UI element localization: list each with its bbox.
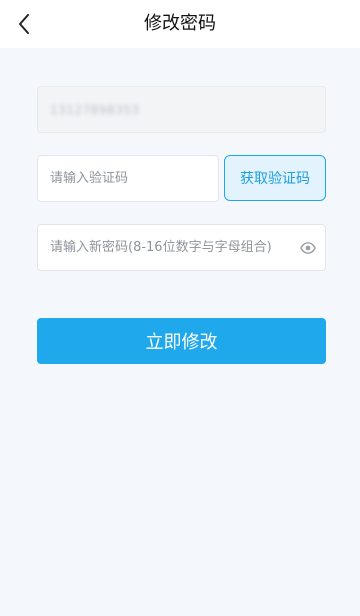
phone-value: 13127898353 <box>50 103 140 117</box>
submit-button[interactable]: 立即修改 <box>37 318 326 364</box>
new-password-input[interactable] <box>38 225 325 270</box>
page-title: 修改密码 <box>144 13 216 34</box>
verification-code-input[interactable] <box>38 156 218 201</box>
phone-field: 13127898353 <box>37 86 326 133</box>
eye-icon[interactable] <box>297 238 319 258</box>
get-code-button[interactable]: 获取验证码 <box>224 155 326 201</box>
new-password-field[interactable] <box>37 224 326 271</box>
top-bar: 修改密码 <box>0 0 360 48</box>
verification-code-field[interactable] <box>37 155 219 202</box>
